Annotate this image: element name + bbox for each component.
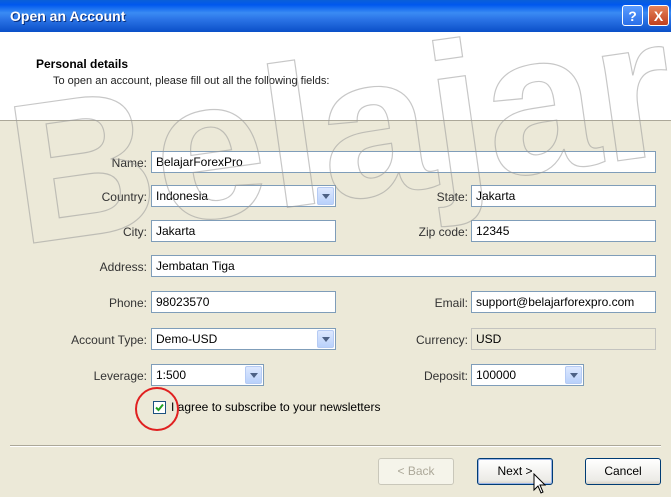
cancel-button[interactable]: Cancel: [585, 458, 661, 485]
city-label: City:: [123, 225, 147, 239]
account-type-label: Account Type:: [71, 333, 147, 347]
header-panel: Personal details To open an account, ple…: [0, 32, 671, 121]
account-type-select[interactable]: Demo-USD: [151, 328, 336, 350]
account-type-value: Demo-USD: [156, 332, 218, 346]
back-button[interactable]: < Back: [378, 458, 454, 485]
currency-field: USD: [471, 328, 656, 350]
country-label: Country:: [101, 190, 147, 204]
deposit-label: Deposit:: [423, 369, 468, 383]
name-label: Name:: [111, 156, 147, 170]
close-icon[interactable]: X: [648, 5, 669, 26]
phone-label: Phone:: [108, 296, 147, 310]
section-title: Personal details: [36, 57, 129, 71]
chevron-down-icon[interactable]: [317, 330, 334, 348]
highlight-circle: [135, 387, 179, 431]
chevron-down-icon[interactable]: [317, 187, 334, 205]
country-value: Indonesia: [156, 189, 209, 203]
section-subtitle: To open an account, please fill out all …: [53, 75, 330, 87]
open-account-dialog: Open an Account ? X Personal details To …: [0, 0, 671, 497]
deposit-select[interactable]: 100000: [471, 364, 584, 386]
newsletter-label[interactable]: I agree to subscribe to your newsletters: [171, 400, 380, 414]
divider: [10, 445, 661, 447]
leverage-select[interactable]: 1:500: [151, 364, 264, 386]
chevron-down-icon[interactable]: [245, 366, 262, 384]
name-field[interactable]: BelajarForexPro: [151, 151, 656, 173]
window-title: Open an Account: [10, 8, 126, 24]
address-label: Address:: [99, 260, 147, 274]
phone-field[interactable]: 98023570: [151, 291, 336, 313]
help-icon[interactable]: ?: [622, 5, 643, 26]
address-field[interactable]: Jembatan Tiga: [151, 255, 656, 277]
zip-label: Zip code:: [418, 225, 468, 239]
city-field[interactable]: Jakarta: [151, 220, 336, 242]
currency-label: Currency:: [415, 333, 468, 347]
mouse-pointer-icon: [533, 473, 547, 494]
state-field[interactable]: Jakarta: [471, 185, 656, 207]
state-label: State:: [436, 190, 468, 204]
chevron-down-icon[interactable]: [565, 366, 582, 384]
leverage-label: Leverage:: [93, 369, 147, 383]
leverage-value: 1:500: [156, 368, 187, 382]
zip-field[interactable]: 12345: [471, 220, 656, 242]
country-select[interactable]: Indonesia: [151, 185, 336, 207]
deposit-value: 100000: [476, 368, 517, 382]
title-bar[interactable]: Open an Account ? X: [0, 0, 671, 32]
email-label: Email:: [434, 296, 468, 310]
email-field[interactable]: support@belajarforexpro.com: [471, 291, 656, 313]
